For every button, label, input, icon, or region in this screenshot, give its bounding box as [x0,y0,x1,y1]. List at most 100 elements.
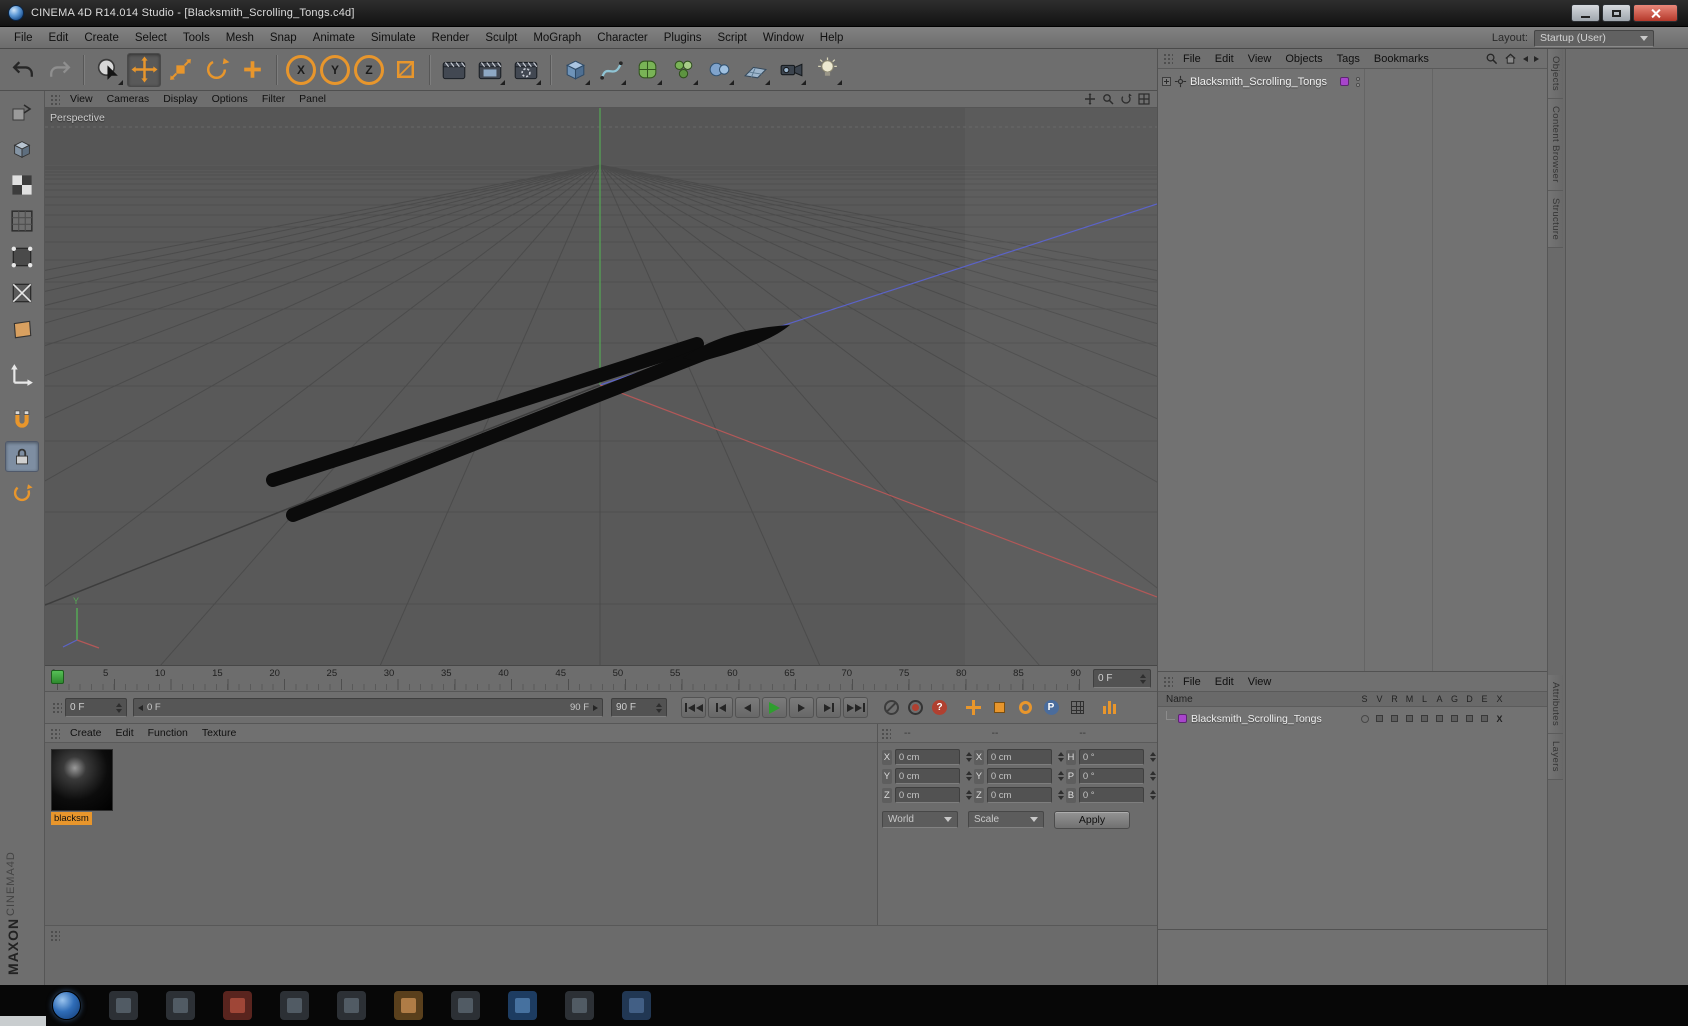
rotation-value[interactable]: 0 ° [1078,749,1144,765]
layer-column-header[interactable]: E [1477,694,1492,704]
layer-render-toggle[interactable] [1387,714,1402,724]
record-position-toggle[interactable] [961,697,985,718]
snap-magnet-button[interactable] [5,405,39,436]
object-manager-menu-item[interactable]: Objects [1278,53,1329,65]
material-name[interactable]: blacksm [51,812,92,825]
make-editable-button[interactable] [5,97,39,128]
layer-color-swatch[interactable] [1178,714,1187,723]
taskbar-icon[interactable] [166,991,195,1020]
size-field[interactable]: X 0 cm [972,749,1064,765]
record-rotation-toggle[interactable] [1013,697,1037,718]
panel-tab[interactable]: Objects [1548,49,1563,100]
taskbar-icon[interactable] [394,991,423,1020]
stepper-icon[interactable] [1147,771,1156,781]
home-icon[interactable] [1504,52,1517,65]
layer-column-header[interactable]: M [1402,694,1417,704]
layer-manager-menu-item[interactable]: View [1241,676,1279,688]
stepper-icon[interactable] [653,702,662,713]
scale-mode-dropdown[interactable]: Scale [968,811,1044,828]
next-frame-button[interactable] [789,697,814,718]
panel-handle[interactable] [52,702,62,713]
position-value[interactable]: 0 cm [894,768,960,784]
axis-lock-button[interactable]: Y [320,54,350,85]
stepper-icon[interactable] [1147,790,1156,800]
play-button[interactable] [762,697,787,718]
size-field[interactable]: Y 0 cm [972,768,1064,784]
layer-column-header[interactable]: S [1357,694,1372,704]
layer-column-header[interactable]: A [1432,694,1447,704]
layer-list[interactable]: Blacksmith_Scrolling_Tongs X [1158,707,1547,929]
menubar-item[interactable]: Edit [41,32,77,44]
axis-lock-button[interactable]: Z [354,54,384,85]
material-preview-sphere[interactable] [51,749,113,811]
texture-mode-button[interactable] [5,169,39,200]
layer-manager-menu-item[interactable]: Edit [1208,676,1241,688]
coordinate-system-button[interactable] [388,53,422,87]
viewport-menu-item[interactable]: Filter [255,93,292,105]
render-view-button[interactable] [437,53,471,87]
scale-tool-button[interactable] [163,53,197,87]
taskbar-icon[interactable] [280,991,309,1020]
add-metaball-button[interactable] [702,53,736,87]
viewport-menu-item[interactable]: Options [205,93,255,105]
coordinate-group-header[interactable]: -- [1069,728,1157,739]
toggle-views-icon[interactable] [1137,93,1151,106]
lock-workplane-button[interactable] [5,441,39,472]
timeline-frame-field[interactable]: 0 F [1093,669,1151,688]
size-field[interactable]: Z 0 cm [972,787,1064,803]
rotation-field[interactable]: P 0 ° [1064,768,1156,784]
layer-deformers-toggle[interactable] [1462,714,1477,724]
coordinate-space-dropdown[interactable]: World [882,811,958,828]
minimize-button[interactable] [1571,4,1600,22]
menubar-item[interactable]: MoGraph [525,32,589,44]
material-menu-item[interactable]: Function [141,727,195,739]
render-picture-viewer-button[interactable] [473,53,507,87]
maximize-button[interactable] [1602,4,1631,22]
position-field[interactable]: Y 0 cm [880,768,972,784]
menubar-item[interactable]: Script [709,32,754,44]
material-item[interactable]: blacksm [51,749,113,830]
layer-xref-toggle[interactable]: X [1492,714,1507,724]
rotation-field[interactable]: H 0 ° [1064,749,1156,765]
live-selection-button[interactable] [91,53,125,87]
search-icon[interactable] [1485,52,1498,65]
close-button[interactable] [1633,4,1678,22]
object-name[interactable]: Blacksmith_Scrolling_Tongs [1190,76,1327,88]
size-value[interactable]: 0 cm [986,749,1052,765]
panel-tab[interactable]: Structure [1548,190,1563,248]
add-spline-button[interactable] [594,53,628,87]
rotation-value[interactable]: 0 ° [1078,768,1144,784]
menubar-item[interactable]: Simulate [363,32,424,44]
stepper-icon[interactable] [1055,752,1064,762]
goto-start-button[interactable] [681,697,706,718]
stepper-icon[interactable] [1147,752,1156,762]
object-tree[interactable]: Blacksmith_Scrolling_Tongs [1158,69,1547,671]
current-frame-marker[interactable] [51,670,64,684]
axis-lock-button[interactable]: X [286,54,316,85]
add-camera-button[interactable] [774,53,808,87]
point-level-animation-toggle[interactable] [1065,697,1089,718]
position-field[interactable]: Z 0 cm [880,787,972,803]
rotate-view-icon[interactable] [1119,93,1133,106]
range-left-grabber-icon[interactable] [138,704,143,711]
panel-handle[interactable] [881,727,891,739]
layer-column-header[interactable]: G [1447,694,1462,704]
material-menu-item[interactable]: Edit [109,727,141,739]
stepper-icon[interactable] [963,790,972,800]
prev-frame-button[interactable] [735,697,760,718]
stepper-icon[interactable] [1055,790,1064,800]
object-manager-menu-item[interactable]: Edit [1208,53,1241,65]
rotate-tool-button[interactable] [199,53,233,87]
layer-column-header[interactable]: V [1372,694,1387,704]
layer-manager-toggle[interactable] [1402,714,1417,724]
range-right-grabber-icon[interactable] [593,704,598,711]
material-menu-item[interactable]: Create [63,727,109,739]
viewport-menu-item[interactable]: Display [156,93,204,105]
panel-handle[interactable] [50,930,60,941]
object-manager-menu-item[interactable]: Bookmarks [1367,53,1436,65]
material-tag-icon[interactable] [1339,77,1349,86]
layer-name[interactable]: Blacksmith_Scrolling_Tongs [1191,713,1322,725]
workplane-mode-button[interactable] [5,205,39,236]
size-value[interactable]: 0 cm [986,787,1052,803]
object-manager-menu-item[interactable]: View [1241,53,1279,65]
